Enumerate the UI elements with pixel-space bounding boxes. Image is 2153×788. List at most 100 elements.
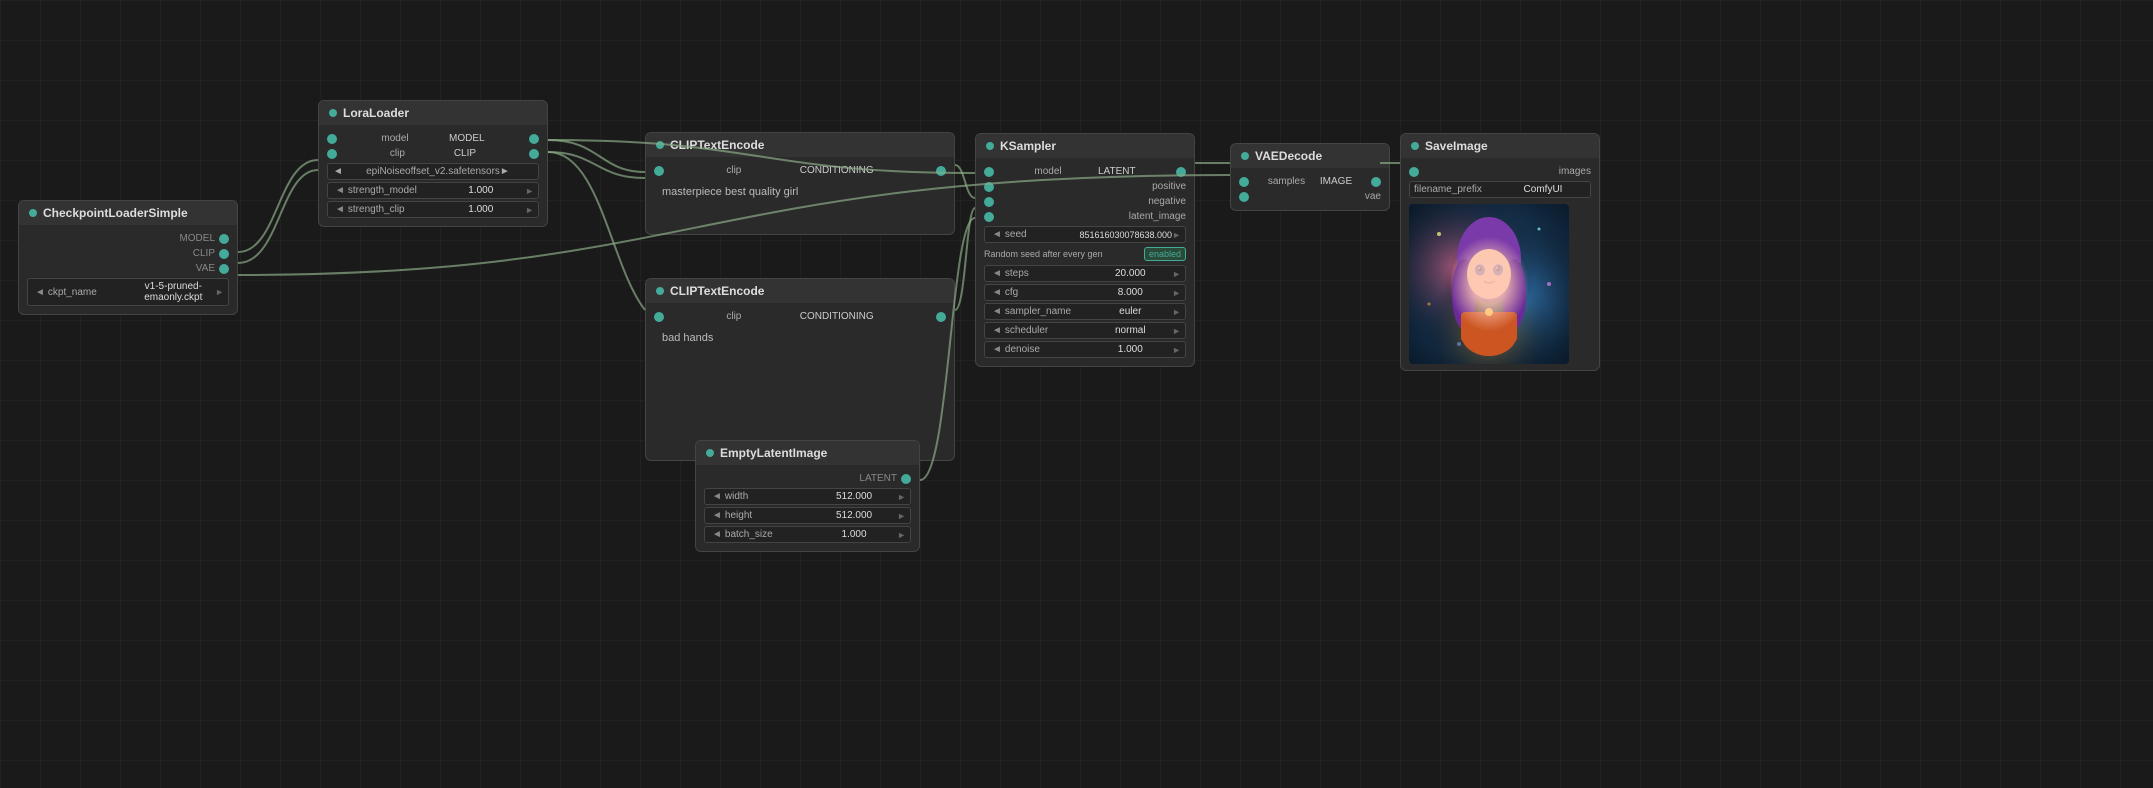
ksampler-dot bbox=[986, 142, 994, 150]
clip-neg-input[interactable] bbox=[654, 312, 664, 322]
denoise-label: denoise bbox=[1005, 344, 1089, 355]
strength-model-label: strength_model bbox=[348, 185, 437, 196]
clip-neg-text[interactable]: bad hands bbox=[654, 324, 946, 454]
steps-row[interactable]: ◄ steps 20.000 ► bbox=[984, 265, 1186, 282]
clip-pos-text[interactable]: masterpiece best quality girl bbox=[654, 178, 946, 228]
vae-output-connector[interactable] bbox=[219, 264, 229, 274]
filename-prefix-value: ComfyUI bbox=[1500, 184, 1586, 195]
batch-size-row[interactable]: ◄ batch_size 1.000 ► bbox=[704, 526, 911, 543]
scheduler-row[interactable]: ◄ scheduler normal ► bbox=[984, 322, 1186, 339]
denoise-row[interactable]: ◄ denoise 1.000 ► bbox=[984, 341, 1186, 358]
sampler-next[interactable]: ► bbox=[1172, 307, 1181, 317]
sampler-name-row[interactable]: ◄ sampler_name euler ► bbox=[984, 303, 1186, 320]
save-image-dot bbox=[1411, 142, 1419, 150]
clip-pos-input[interactable] bbox=[654, 166, 664, 176]
node-clip-pos: CLIPTextEncode clip CONDITIONING masterp… bbox=[645, 132, 955, 235]
random-seed-row: Random seed after every gen enabled bbox=[984, 245, 1186, 263]
clip-pos-output[interactable] bbox=[936, 166, 946, 176]
str-clip-next[interactable]: ► bbox=[525, 205, 534, 215]
node-lora: LoraLoader model MODEL clip CLIP ◄ epiNo… bbox=[318, 100, 548, 227]
vae-samples-input[interactable] bbox=[1239, 177, 1249, 187]
denoise-next[interactable]: ► bbox=[1172, 345, 1181, 355]
cfg-row[interactable]: ◄ cfg 8.000 ► bbox=[984, 284, 1186, 301]
seed-row[interactable]: ◄ seed 851616030078638.000 ► bbox=[984, 226, 1186, 243]
clip-neg-input-row: clip CONDITIONING bbox=[654, 309, 946, 324]
denoise-prev[interactable]: ◄ bbox=[989, 344, 1005, 355]
str-clip-prev[interactable]: ◄ bbox=[332, 204, 348, 215]
model-output-connector[interactable] bbox=[219, 234, 229, 244]
seed-next[interactable]: ► bbox=[1172, 230, 1181, 240]
save-images-input[interactable] bbox=[1409, 167, 1419, 177]
height-label: height bbox=[725, 510, 811, 521]
node-lora-title: LoraLoader bbox=[343, 106, 409, 120]
node-lora-header: LoraLoader bbox=[319, 101, 547, 125]
node-save-image-title: SaveImage bbox=[1425, 139, 1488, 153]
save-images-row: images bbox=[1409, 164, 1591, 179]
str-model-next[interactable]: ► bbox=[525, 186, 534, 196]
latent-output[interactable] bbox=[901, 474, 911, 484]
vae-image-output[interactable] bbox=[1371, 177, 1381, 187]
batch-prev[interactable]: ◄ bbox=[709, 529, 725, 540]
clip-neg-text-value: bad hands bbox=[662, 332, 713, 344]
height-row[interactable]: ◄ height 512.000 ► bbox=[704, 507, 911, 524]
lora-next-btn[interactable]: ► bbox=[500, 166, 533, 177]
sampler-prev[interactable]: ◄ bbox=[989, 306, 1005, 317]
node-checkpoint-header: CheckpointLoaderSimple bbox=[19, 201, 237, 225]
ksampler-neg-row: negative bbox=[984, 194, 1186, 209]
lora-name-value: epiNoiseoffset_v2.safetensors bbox=[366, 166, 500, 177]
lora-model-input[interactable] bbox=[327, 134, 337, 144]
steps-label: steps bbox=[1005, 268, 1089, 279]
width-value: 512.000 bbox=[811, 491, 897, 502]
ckpt-prev-btn[interactable]: ◄ bbox=[32, 287, 48, 298]
scheduler-value: normal bbox=[1089, 325, 1173, 336]
filename-prefix-row[interactable]: filename_prefix ComfyUI bbox=[1409, 181, 1591, 198]
str-model-prev[interactable]: ◄ bbox=[332, 185, 348, 196]
clip-pos-text-value: masterpiece best quality girl bbox=[662, 186, 798, 198]
node-empty-latent-title: EmptyLatentImage bbox=[720, 446, 827, 460]
batch-next[interactable]: ► bbox=[897, 530, 906, 540]
node-ksampler-header: KSampler bbox=[976, 134, 1194, 158]
width-prev[interactable]: ◄ bbox=[709, 491, 725, 502]
clip-output-connector[interactable] bbox=[219, 249, 229, 259]
ckpt-name-label: ckpt_name bbox=[48, 287, 132, 298]
strength-clip-label: strength_clip bbox=[348, 204, 437, 215]
ckpt-name-row[interactable]: ◄ ckpt_name v1-5-pruned-emaonly.ckpt ► bbox=[27, 278, 229, 306]
random-seed-label: Random seed after every gen bbox=[984, 249, 1103, 259]
height-prev[interactable]: ◄ bbox=[709, 510, 725, 521]
seed-prev[interactable]: ◄ bbox=[989, 229, 1005, 240]
lora-model-row: model MODEL bbox=[327, 131, 539, 146]
ksampler-pos-input[interactable] bbox=[984, 182, 994, 192]
lora-clip-output[interactable] bbox=[529, 149, 539, 159]
ksampler-neg-input[interactable] bbox=[984, 197, 994, 207]
scheduler-next[interactable]: ► bbox=[1172, 326, 1181, 336]
filename-prefix-label: filename_prefix bbox=[1414, 184, 1500, 195]
width-next[interactable]: ► bbox=[897, 492, 906, 502]
strength-model-row[interactable]: ◄ strength_model 1.000 ► bbox=[327, 182, 539, 199]
scheduler-prev[interactable]: ◄ bbox=[989, 325, 1005, 336]
random-seed-value[interactable]: enabled bbox=[1144, 247, 1186, 261]
vae-decode-dot bbox=[1241, 152, 1249, 160]
lora-clip-input[interactable] bbox=[327, 149, 337, 159]
vae-vae-input[interactable] bbox=[1239, 192, 1249, 202]
ksampler-latent-output[interactable] bbox=[1176, 167, 1186, 177]
clip-pos-dot bbox=[656, 141, 664, 149]
ksampler-model-input[interactable] bbox=[984, 167, 994, 177]
ckpt-next-btn[interactable]: ► bbox=[215, 287, 224, 297]
node-checkpoint-title: CheckpointLoaderSimple bbox=[43, 206, 188, 220]
ksampler-latent-input[interactable] bbox=[984, 212, 994, 222]
lora-name-row[interactable]: ◄ epiNoiseoffset_v2.safetensors ► bbox=[327, 163, 539, 180]
lora-model-output[interactable] bbox=[529, 134, 539, 144]
height-next[interactable]: ► bbox=[897, 511, 906, 521]
seed-value: 851616030078638.000 bbox=[1079, 230, 1172, 240]
steps-prev[interactable]: ◄ bbox=[989, 268, 1005, 279]
scheduler-label: scheduler bbox=[1005, 325, 1089, 336]
lora-prev-btn[interactable]: ◄ bbox=[333, 166, 366, 177]
ksampler-pos-row: positive bbox=[984, 179, 1186, 194]
cfg-next[interactable]: ► bbox=[1172, 288, 1181, 298]
cfg-prev[interactable]: ◄ bbox=[989, 287, 1005, 298]
clip-neg-output[interactable] bbox=[936, 312, 946, 322]
strength-clip-row[interactable]: ◄ strength_clip 1.000 ► bbox=[327, 201, 539, 218]
steps-next[interactable]: ► bbox=[1172, 269, 1181, 279]
node-vae-decode-title: VAEDecode bbox=[1255, 149, 1322, 163]
width-row[interactable]: ◄ width 512.000 ► bbox=[704, 488, 911, 505]
